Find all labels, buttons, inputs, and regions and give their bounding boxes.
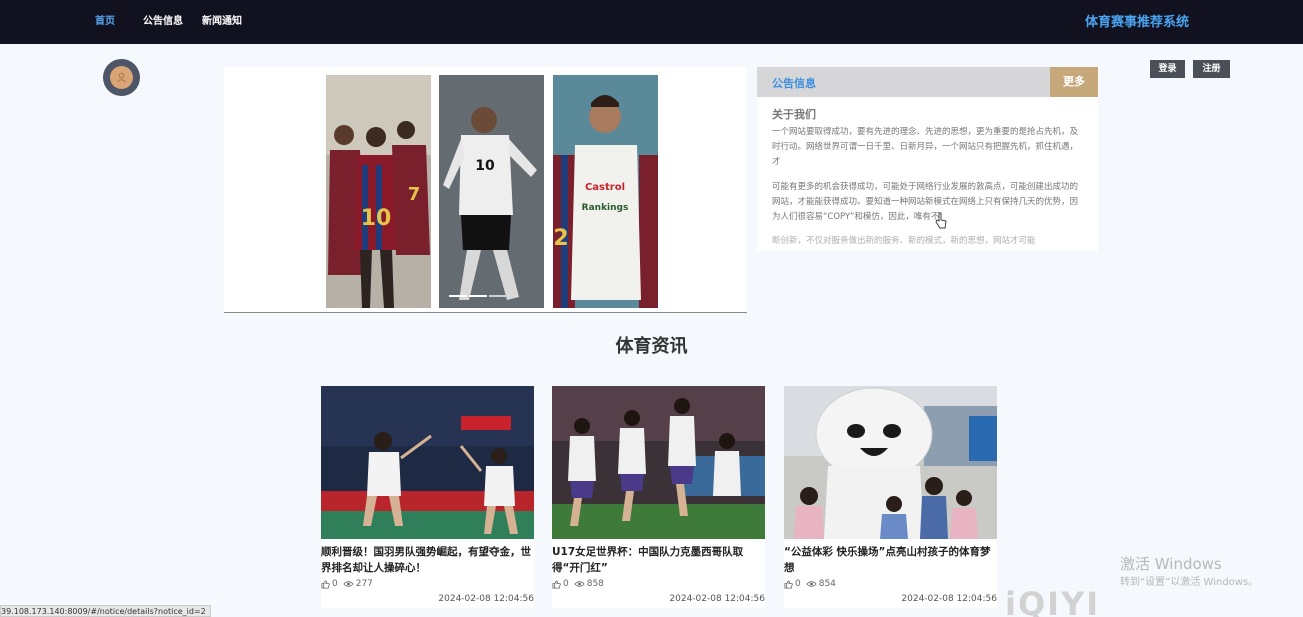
svg-text:10: 10 [361, 206, 392, 231]
news-meta-2: 0 858 [552, 579, 604, 589]
notice-panel: 公告信息 更多 关于我们 一个网站要取得成功，要有先进的理念、先进的思想，更为重… [757, 67, 1098, 251]
news-date-3: 2024-02-08 12:04:56 [901, 594, 997, 604]
news-views-1: 277 [355, 579, 373, 589]
user-icon [117, 72, 126, 83]
eye-icon [343, 581, 354, 587]
notice-header: 公告信息 更多 [757, 67, 1098, 97]
news-image-1[interactable] [321, 386, 534, 539]
eye-icon [806, 581, 817, 587]
svg-text:10: 10 [475, 158, 495, 174]
notice-paragraph-2: 可能有更多的机会获得成功，可能处于网络行业发展的敦高点，可能创建出成功的网站，才… [772, 182, 1079, 222]
notice-subtitle: 关于我们 [772, 108, 816, 121]
notice-header-title: 公告信息 [772, 77, 816, 90]
news-title-2[interactable]: U17女足世界杯：中国队力克墨西哥队取得“开门红” [552, 544, 765, 576]
hand-cursor-icon [935, 212, 947, 229]
carousel-indicator-1[interactable] [449, 295, 467, 297]
windows-activation-title: 激活 Windows [1120, 555, 1222, 573]
news-meta-3: 0 854 [784, 579, 836, 589]
news-date-1: 2024-02-08 12:04:56 [438, 594, 534, 604]
status-bar-url: 39.108.173.140:8009/#/notice/details?not… [0, 605, 211, 617]
news-title-3[interactable]: “公益体彩 快乐操场”点亮山村孩子的体育梦想 [784, 544, 997, 576]
news-card-1[interactable]: 顺利晋级！国羽男队强势崛起，有望夺金，世界排名却让人操碎心！ 0 277 202… [321, 386, 534, 608]
carousel-slide-3[interactable]: Castrol Rankings 2 [553, 75, 658, 308]
image-carousel[interactable]: 10 7 10 Castrol Rankings 2 [224, 67, 747, 313]
register-button[interactable]: 注册 [1193, 60, 1230, 78]
news-views-3: 854 [818, 579, 836, 589]
top-navbar: 首页 公告信息 新闻通知 体育赛事推荐系统 [0, 0, 1303, 44]
news-title-1[interactable]: 顺利晋级！国羽男队强势崛起，有望夺金，世界排名却让人操碎心！ [321, 544, 534, 576]
carousel-slide-1[interactable]: 10 7 [326, 75, 431, 308]
news-date-2: 2024-02-08 12:04:56 [669, 594, 765, 604]
user-avatar[interactable] [103, 59, 140, 96]
news-image-3[interactable] [784, 386, 997, 539]
carousel-slide-2[interactable]: 10 [439, 75, 544, 308]
notice-paragraph-3: 断创新，不仅对服务做出新的服务、新的模式，新的思想，网站才可能 [772, 236, 1036, 246]
news-image-2[interactable] [552, 386, 765, 539]
news-likes-2: 0 [563, 579, 569, 589]
site-title: 体育赛事推荐系统 [1085, 15, 1190, 30]
nav-news[interactable]: 新闻通知 [202, 12, 242, 27]
news-card-2[interactable]: U17女足世界杯：中国队力克墨西哥队取得“开门红” 0 858 2024-02-… [552, 386, 765, 608]
section-title: 体育资讯 [615, 336, 688, 357]
thumbs-up-icon[interactable] [321, 579, 330, 589]
login-button[interactable]: 登录 [1150, 60, 1185, 78]
news-card-3[interactable]: “公益体彩 快乐操场”点亮山村孩子的体育梦想 0 854 2024-02-08 … [784, 386, 997, 608]
news-meta-1: 0 277 [321, 579, 373, 589]
iqiyi-watermark: iQIYI [1005, 585, 1101, 617]
news-views-2: 858 [586, 579, 604, 589]
svg-text:Rankings: Rankings [582, 203, 629, 213]
notice-more-button[interactable]: 更多 [1050, 67, 1098, 97]
nav-home[interactable]: 首页 [95, 12, 115, 27]
svg-text:Castrol: Castrol [585, 182, 625, 193]
thumbs-up-icon[interactable] [552, 579, 561, 589]
svg-text:7: 7 [408, 184, 421, 205]
windows-activation-hint: 转到“设置”以激活 Windows。 [1120, 577, 1259, 588]
news-likes-3: 0 [795, 579, 801, 589]
carousel-indicator-3[interactable] [489, 295, 507, 297]
svg-text:2: 2 [553, 226, 568, 251]
notice-paragraph-1: 一个网站要取得成功，要有先进的理念、先进的思想，更为重要的是抢占先机，及时行动。… [772, 127, 1079, 167]
carousel-indicator-2[interactable] [469, 295, 487, 297]
news-likes-1: 0 [332, 579, 338, 589]
thumbs-up-icon[interactable] [784, 579, 793, 589]
eye-icon [574, 581, 585, 587]
nav-announcements[interactable]: 公告信息 [143, 12, 183, 27]
